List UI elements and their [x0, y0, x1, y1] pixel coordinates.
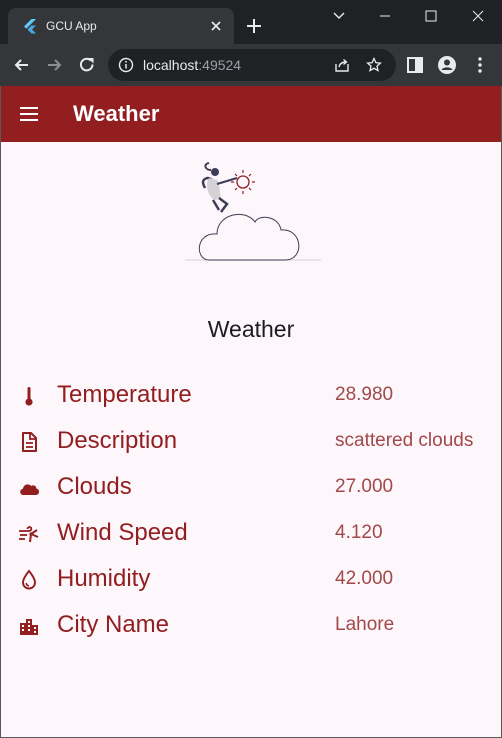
weather-row-wind-speed: Wind Speed 4.120	[1, 514, 501, 554]
thermometer-icon	[25, 387, 33, 406]
url-text: localhost:49524	[143, 57, 241, 73]
close-window-button[interactable]	[454, 0, 502, 32]
address-bar[interactable]: localhost:49524	[108, 49, 396, 81]
forward-icon[interactable]	[44, 55, 64, 75]
row-value: 28.980	[335, 384, 394, 405]
weather-illustration	[185, 162, 321, 261]
cloud-icon	[20, 484, 40, 495]
row-label: Wind Speed	[57, 519, 188, 546]
tab-strip: GCU App	[0, 0, 502, 44]
browser-tab[interactable]: GCU App	[8, 8, 234, 44]
minimize-button[interactable]	[362, 0, 408, 32]
row-label: Temperature	[57, 381, 192, 408]
row-label: Clouds	[57, 473, 132, 500]
bookmark-star-icon[interactable]	[366, 57, 382, 73]
row-value: scattered clouds	[335, 430, 474, 451]
new-tab-icon[interactable]	[244, 16, 264, 36]
weather-row-clouds: Clouds 27.000	[1, 468, 501, 508]
info-icon[interactable]	[118, 57, 134, 73]
weather-row-city-name: City Name Lahore	[1, 606, 501, 646]
maximize-button[interactable]	[408, 0, 454, 32]
row-value: Lahore	[335, 614, 395, 635]
reload-icon[interactable]	[77, 55, 97, 75]
wind-icon	[19, 526, 39, 543]
row-label: Description	[57, 427, 178, 454]
chevron-down-icon	[333, 12, 345, 19]
row-label: City Name	[57, 611, 170, 638]
weather-row-description: Description scattered clouds	[1, 422, 501, 462]
city-icon	[20, 619, 38, 635]
menu-icon[interactable]	[17, 102, 41, 126]
close-tab-icon[interactable]	[208, 18, 224, 34]
profile-avatar-icon[interactable]	[437, 55, 457, 75]
tab-title: GCU App	[46, 19, 97, 33]
page-heading: Weather	[207, 316, 295, 342]
app-viewport: Weather Weather Temperature 28.980 Descr…	[1, 86, 501, 737]
close-icon	[472, 10, 484, 22]
more-options-icon[interactable]	[470, 55, 490, 75]
back-icon[interactable]	[12, 55, 32, 75]
row-value: 4.120	[335, 522, 383, 543]
row-label: Humidity	[57, 565, 151, 592]
minimize-icon	[380, 15, 390, 17]
browser-toolbar: localhost:49524	[0, 44, 502, 86]
window-border-left	[0, 86, 1, 738]
description-icon	[22, 432, 37, 452]
url-port: :49524	[198, 57, 242, 73]
app-bar-title: Weather	[73, 101, 160, 126]
row-value: 27.000	[335, 476, 394, 497]
side-panel-icon[interactable]	[405, 55, 425, 75]
tab-search-button[interactable]	[316, 0, 362, 32]
flutter-icon	[24, 19, 36, 34]
weather-row-temperature: Temperature 28.980	[1, 376, 501, 416]
maximize-icon	[425, 10, 437, 22]
water-drop-icon	[22, 569, 36, 590]
share-icon[interactable]	[334, 57, 350, 73]
row-value: 42.000	[335, 568, 394, 589]
url-host: localhost	[143, 57, 199, 73]
weather-row-humidity: Humidity 42.000	[1, 560, 501, 600]
app-bar: Weather	[1, 86, 501, 142]
